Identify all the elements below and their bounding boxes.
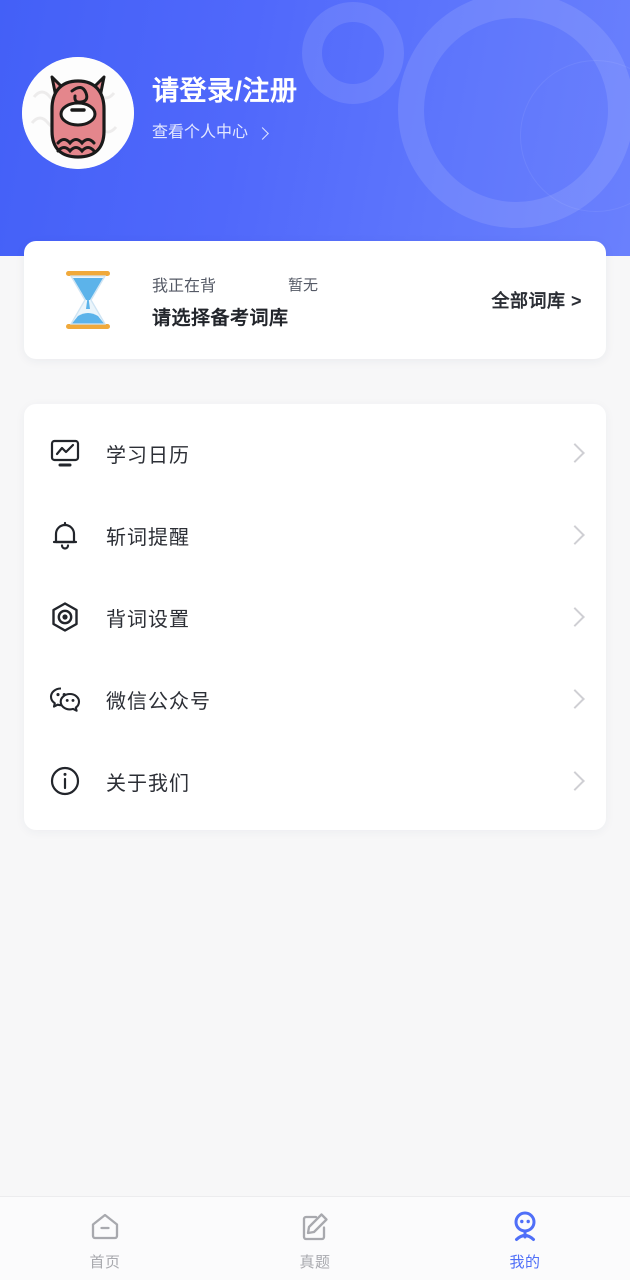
wordbook-card[interactable]: 我正在背 暂无 请选择备考词库 全部词库 > (24, 241, 606, 359)
tab-label: 我的 (509, 1253, 541, 1271)
menu-item-label: 关于我们 (106, 772, 190, 795)
view-profile-center-label: 查看个人中心 (152, 124, 249, 141)
menu-item-label: 背词设置 (106, 608, 190, 631)
tab-label: 真题 (299, 1253, 331, 1271)
edit-paper-icon (298, 1210, 332, 1244)
menu-item-label: 微信公众号 (106, 690, 211, 713)
menu-item-word-reminder[interactable]: 斩词提醒 (24, 494, 606, 576)
menu-item-about-us[interactable]: 关于我们 (24, 740, 606, 822)
home-icon (88, 1210, 122, 1244)
wordbook-status-label: 我正在背 (152, 278, 217, 295)
login-register-title[interactable]: 请登录/注册 (152, 72, 298, 110)
tab-label: 首页 (89, 1253, 121, 1271)
wordbook-status-row: 我正在背 暂无 (152, 272, 452, 296)
menu-item-study-calendar[interactable]: 学习日历 (24, 412, 606, 494)
bottom-tab-bar: 首页 真题 我的 (0, 1196, 630, 1280)
menu-item-recite-settings[interactable]: 背词设置 (24, 576, 606, 658)
chart-monitor-icon (48, 436, 82, 470)
hourglass-icon (60, 269, 116, 331)
settings-menu-card: 学习日历 斩词提醒 背词设置 微信公众号 关于我们 (24, 404, 606, 830)
header-text-block: 请登录/注册 查看个人中心 (152, 72, 298, 144)
view-profile-center-link[interactable]: 查看个人中心 (152, 122, 298, 144)
all-wordbooks-button[interactable]: 全部词库 > (491, 287, 582, 313)
wechat-icon (48, 682, 82, 716)
wordbook-status-value: 暂无 (288, 276, 319, 294)
chevron-right-icon (256, 126, 269, 140)
tab-home[interactable]: 首页 (0, 1197, 210, 1280)
chevron-right-icon (565, 607, 585, 627)
chevron-right-icon (565, 689, 585, 709)
wordbook-selection-prompt[interactable]: 请选择备考词库 (152, 303, 289, 330)
tab-exam-papers[interactable]: 真题 (210, 1197, 420, 1280)
avatar[interactable] (22, 57, 134, 169)
hex-nut-settings-icon (48, 600, 82, 634)
person-profile-icon (508, 1210, 542, 1244)
bell-icon (48, 518, 82, 552)
menu-item-wechat-official[interactable]: 微信公众号 (24, 658, 606, 740)
chevron-right-icon (565, 771, 585, 791)
decorative-ring-small (302, 2, 404, 104)
chevron-right-icon (565, 525, 585, 545)
profile-header: 请登录/注册 查看个人中心 (0, 0, 630, 256)
menu-item-label: 斩词提醒 (106, 526, 190, 549)
info-circle-icon (48, 764, 82, 798)
menu-item-label: 学习日历 (106, 444, 190, 467)
chevron-right-icon (565, 443, 585, 463)
tab-profile[interactable]: 我的 (420, 1197, 630, 1280)
